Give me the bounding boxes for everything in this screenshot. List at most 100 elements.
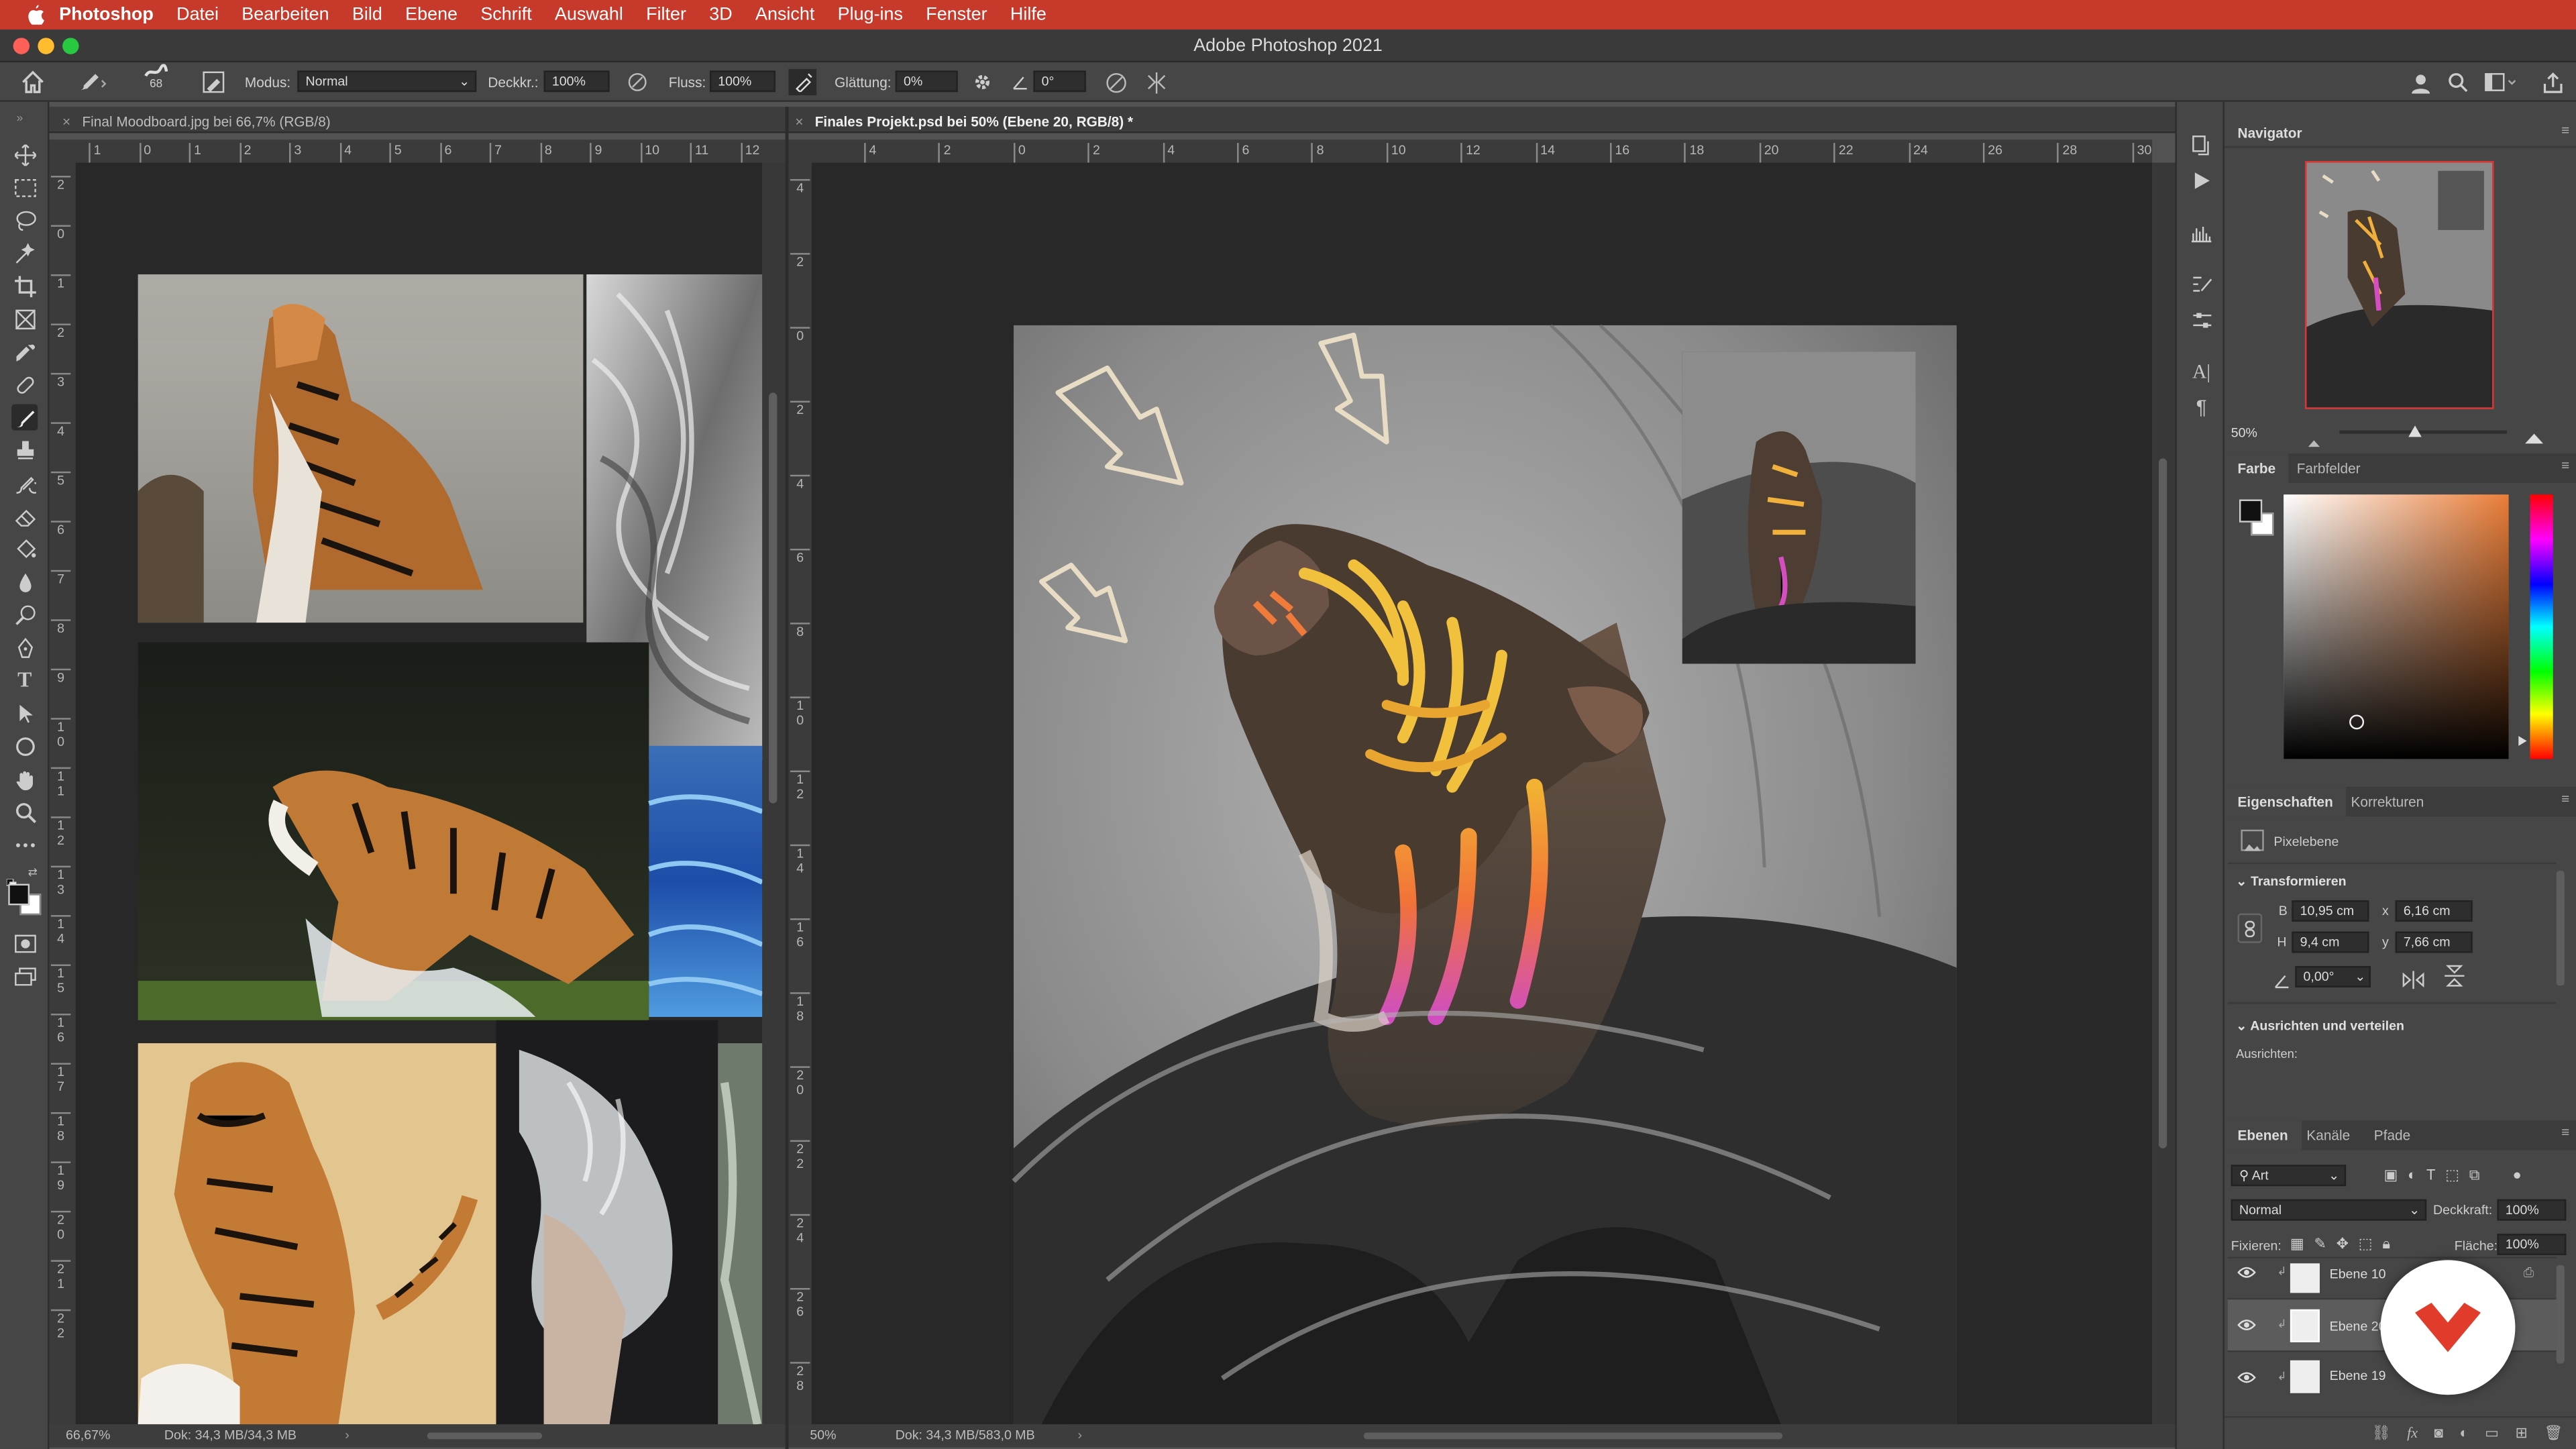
share-user-icon[interactable] xyxy=(2410,69,2432,95)
pen-tool-icon[interactable] xyxy=(11,634,38,660)
move-tool-icon[interactable] xyxy=(11,142,38,168)
rotation-field[interactable]: 0,00° ⌄ xyxy=(2295,966,2371,987)
gear-icon[interactable] xyxy=(973,69,992,95)
layer-thumbnail[interactable] xyxy=(2290,1309,2320,1342)
panel-menu-icon[interactable]: ≡ xyxy=(2561,121,2569,138)
tab-ebenen[interactable]: Ebenen xyxy=(2224,1120,2302,1150)
adjustment-layer-icon[interactable]: ◐ xyxy=(2459,1424,2468,1449)
foreground-color-swatch[interactable] xyxy=(2239,499,2263,523)
pressure-size-icon[interactable] xyxy=(1106,69,1127,95)
zoom-out-icon[interactable] xyxy=(2306,427,2322,447)
menu-schrift[interactable]: Schrift xyxy=(480,5,531,24)
menu-3d[interactable]: 3D xyxy=(709,5,732,24)
blur-tool-icon[interactable] xyxy=(11,568,38,594)
type-tool-icon[interactable]: T xyxy=(11,667,38,693)
flip-vertical-icon[interactable] xyxy=(2445,965,2465,987)
menu-bearbeiten[interactable]: Bearbeiten xyxy=(241,5,329,24)
delete-layer-icon[interactable]: 🗑︎ xyxy=(2544,1424,2563,1449)
flow-field[interactable]: 100% xyxy=(709,70,775,93)
tab-farbe[interactable]: Farbe xyxy=(2224,453,2289,484)
menu-app[interactable]: Photoshop xyxy=(59,5,154,24)
default-colors-icon[interactable] xyxy=(6,867,17,890)
filter-toggle-icon[interactable]: ● xyxy=(2513,1167,2522,1186)
zoom-in-icon[interactable] xyxy=(2524,424,2546,444)
apple-icon[interactable] xyxy=(23,3,46,26)
menu-bild[interactable]: Bild xyxy=(352,5,382,24)
menu-filter[interactable]: Filter xyxy=(646,5,686,24)
hand-tool-icon[interactable] xyxy=(11,765,38,792)
menu-hilfe[interactable]: Hilfe xyxy=(1010,5,1046,24)
lasso-tool-icon[interactable] xyxy=(11,207,38,233)
history-panel-icon[interactable] xyxy=(2188,131,2214,158)
pressure-opacity-icon[interactable] xyxy=(628,69,647,95)
link-layers-icon[interactable]: ⛓︎ xyxy=(2372,1424,2391,1449)
symmetry-icon[interactable] xyxy=(1145,69,1168,95)
foreground-color-swatch[interactable] xyxy=(8,883,30,906)
navigator-zoom-slider[interactable] xyxy=(2339,425,2508,437)
layer-name[interactable]: Ebene 10 xyxy=(2330,1267,2386,1281)
eye-icon[interactable] xyxy=(2237,1267,2256,1281)
ellipse-tool-icon[interactable] xyxy=(11,733,38,759)
filter-smartobject-icon[interactable]: ⧉ xyxy=(2469,1167,2480,1186)
layer-thumbnail[interactable] xyxy=(2290,1263,2320,1293)
path-selection-tool-icon[interactable] xyxy=(11,700,38,726)
layer-name[interactable]: Ebene 20 xyxy=(2330,1320,2386,1334)
menu-fenster[interactable]: Fenster xyxy=(926,5,987,24)
menu-plugins[interactable]: Plug-ins xyxy=(838,5,903,24)
frame-tool-icon[interactable] xyxy=(11,306,38,332)
section-transform[interactable]: ⌄ Transformieren xyxy=(2236,874,2347,889)
new-group-icon[interactable]: ▭ xyxy=(2485,1424,2499,1449)
zoom-tool-icon[interactable] xyxy=(11,798,38,824)
x-field[interactable]: 6,16 cm xyxy=(2395,900,2473,922)
brush-settings-icon[interactable] xyxy=(202,69,225,95)
quick-mask-icon[interactable] xyxy=(11,930,38,956)
brush-angle-field[interactable]: 0° xyxy=(1033,70,1086,93)
color-picker-cursor[interactable] xyxy=(2349,714,2365,730)
horizontal-scrollbar-thumb[interactable] xyxy=(427,1432,543,1440)
opacity-field[interactable]: 100% xyxy=(543,70,610,93)
menu-datei[interactable]: Datei xyxy=(176,5,219,24)
eye-icon[interactable] xyxy=(2237,1320,2256,1334)
lock-image-icon[interactable]: ✎ xyxy=(2314,1236,2326,1255)
paragraph-panel-icon[interactable]: ¶ xyxy=(2188,394,2214,421)
vertical-scrollbar-left[interactable] xyxy=(762,162,786,1425)
properties-scrollbar-thumb[interactable] xyxy=(2556,870,2565,986)
layer-mask-icon[interactable]: ◙ xyxy=(2434,1424,2443,1449)
menu-ebene[interactable]: Ebene xyxy=(405,5,458,24)
vertical-scrollbar-right[interactable] xyxy=(2152,162,2176,1425)
scrollbar-thumb[interactable] xyxy=(2158,458,2167,1148)
airbrush-icon[interactable] xyxy=(788,68,817,96)
tab-finales-projekt[interactable]: Finales Projekt.psd bei 50% (Ebene 20, R… xyxy=(815,113,1133,129)
paint-bucket-tool-icon[interactable] xyxy=(11,535,38,561)
y-field[interactable]: 7,66 cm xyxy=(2395,931,2473,953)
healing-brush-tool-icon[interactable] xyxy=(11,371,38,397)
layer-style-icon[interactable]: fx xyxy=(2407,1424,2418,1449)
tab-pfade[interactable]: Pfade xyxy=(2374,1127,2410,1143)
swap-colors-icon[interactable]: ⇄ xyxy=(28,866,42,879)
marquee-tool-icon[interactable] xyxy=(11,174,38,201)
filter-shape-icon[interactable]: ⬚ xyxy=(2445,1167,2459,1186)
height-field[interactable]: 9,4 cm xyxy=(2292,931,2369,953)
histogram-icon[interactable] xyxy=(2188,220,2214,246)
eraser-tool-icon[interactable] xyxy=(11,502,38,529)
zoom-level[interactable]: 50% xyxy=(810,1428,836,1442)
fill-field[interactable]: 100% xyxy=(2497,1234,2567,1256)
tab-kanaele[interactable]: Kanäle xyxy=(2306,1127,2350,1143)
hue-slider[interactable] xyxy=(2530,494,2553,759)
navigator-preview[interactable] xyxy=(2304,161,2494,409)
actions-play-icon[interactable] xyxy=(2188,168,2214,194)
screen-mode-icon[interactable] xyxy=(11,963,38,989)
panel-menu-icon[interactable]: ≡ xyxy=(2561,1124,2569,1140)
eyedropper-tool-icon[interactable] xyxy=(11,338,38,364)
tab-korrekturen[interactable]: Korrekturen xyxy=(2351,794,2424,810)
hue-slider-handle[interactable] xyxy=(2518,736,2527,746)
close-tab-icon[interactable]: × xyxy=(795,113,803,129)
smoothing-field[interactable]: 0% xyxy=(895,70,958,93)
lock-all-icon[interactable]: 🔒︎ xyxy=(2382,1236,2390,1255)
moodboard-canvas[interactable] xyxy=(75,162,763,1425)
tab-eigenschaften[interactable]: Eigenschaften xyxy=(2224,787,2347,817)
panel-menu-icon[interactable]: ≡ xyxy=(2561,790,2569,806)
menu-auswahl[interactable]: Auswahl xyxy=(555,5,623,24)
link-icon[interactable] xyxy=(2237,913,2263,943)
character-panel-icon[interactable]: A| xyxy=(2188,358,2214,384)
